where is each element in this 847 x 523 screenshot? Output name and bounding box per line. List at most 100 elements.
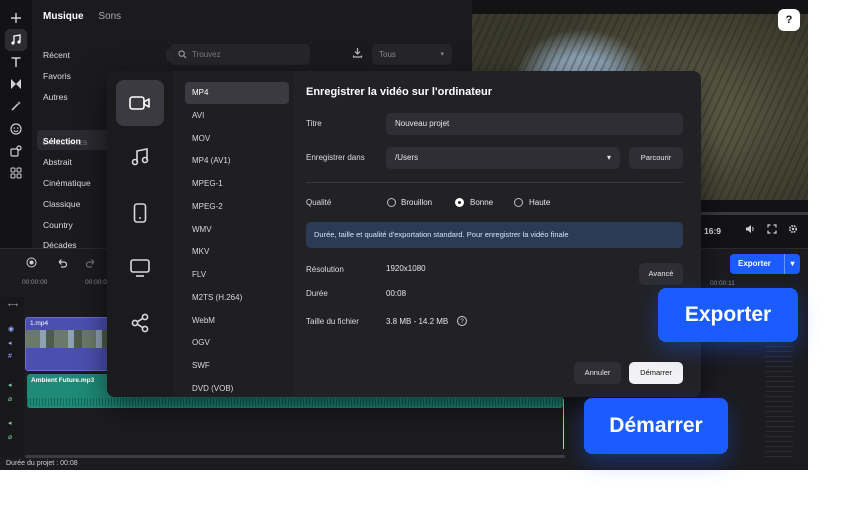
export-dialog: MP4 AVI MOV MP4 (AV1) MPEG-1 MPEG-2 WMV … bbox=[107, 71, 701, 397]
search-input[interactable]: Trouvez bbox=[170, 44, 310, 65]
format-item[interactable]: MPEG-1 bbox=[185, 173, 289, 195]
audio-waveform bbox=[27, 398, 563, 406]
sidebar-item-recent[interactable]: Récent bbox=[43, 50, 70, 60]
resolution-label: Résolution bbox=[306, 265, 344, 274]
visibility-icon[interactable]: ◉ bbox=[8, 325, 14, 333]
format-item[interactable]: OGV bbox=[185, 332, 289, 354]
share-icon[interactable] bbox=[116, 300, 164, 346]
tab-sounds[interactable]: Sons bbox=[98, 11, 121, 22]
sidebar-item-abstract[interactable]: Abstrait bbox=[43, 157, 72, 167]
record-icon[interactable] bbox=[26, 257, 40, 271]
help-icon[interactable]: ? bbox=[778, 9, 800, 31]
fullscreen-icon[interactable] bbox=[767, 224, 777, 237]
browse-button[interactable]: Parcourir bbox=[629, 147, 683, 169]
download-icon[interactable] bbox=[352, 47, 363, 61]
format-item[interactable]: M2TS (H.264) bbox=[185, 287, 289, 309]
duration-value: 00:08 bbox=[386, 289, 407, 298]
music-icon[interactable] bbox=[5, 29, 27, 51]
resolution-value: 1920x1080 bbox=[386, 264, 426, 273]
format-item[interactable]: SWF bbox=[185, 355, 289, 377]
format-item[interactable]: MOV bbox=[185, 128, 289, 150]
format-item[interactable]: MPEG-2 bbox=[185, 196, 289, 218]
format-item[interactable]: FLV bbox=[185, 264, 289, 286]
save-in-value: /Users bbox=[395, 153, 419, 162]
format-item[interactable]: WMV bbox=[185, 219, 289, 241]
quality-draft-radio[interactable] bbox=[387, 198, 396, 207]
unlink2-icon[interactable]: ⌀ bbox=[8, 433, 12, 441]
start-button[interactable]: Démarrer bbox=[629, 362, 683, 384]
ruler-right: 00:00:11 bbox=[710, 280, 735, 287]
save-in-dropdown[interactable]: /Users ▾ bbox=[386, 147, 620, 169]
help-circle-icon[interactable]: ? bbox=[457, 316, 467, 326]
mute-icon[interactable]: ◂ bbox=[8, 339, 12, 347]
export-settings: Enregistrer la vidéo sur l'ordinateur Ti… bbox=[305, 71, 701, 397]
quality-draft-label[interactable]: Brouillon bbox=[401, 198, 432, 207]
unlink-icon[interactable]: ⌀ bbox=[8, 395, 12, 403]
redo-icon[interactable] bbox=[86, 259, 97, 271]
format-item[interactable]: MP4 bbox=[185, 82, 289, 104]
audio-meter bbox=[765, 337, 793, 457]
sidebar-item-others[interactable]: Autres bbox=[43, 92, 68, 102]
left-toolbar bbox=[0, 0, 32, 248]
quality-high-radio[interactable] bbox=[514, 198, 523, 207]
sidebar-item-selection[interactable]: Sélection bbox=[43, 136, 81, 146]
aspect-ratio[interactable]: 16:9 bbox=[704, 226, 721, 236]
ruler-second: 00:00:0 bbox=[85, 279, 107, 286]
quality-good-radio[interactable] bbox=[455, 198, 464, 207]
sticker-icon[interactable] bbox=[7, 120, 25, 138]
save-in-label: Enregistrer dans bbox=[306, 153, 365, 162]
timeline-scrollbar[interactable] bbox=[25, 455, 565, 458]
title-label: Titre bbox=[306, 119, 322, 128]
start-callout: Démarrer bbox=[584, 398, 728, 454]
format-item[interactable]: AVI bbox=[185, 105, 289, 127]
tv-icon[interactable] bbox=[116, 245, 164, 291]
playhead[interactable] bbox=[563, 399, 564, 449]
video-camera-icon[interactable] bbox=[116, 80, 164, 126]
lock-icon[interactable]: # bbox=[8, 353, 12, 360]
audio-mute-icon[interactable]: ◂ bbox=[8, 381, 12, 389]
sidebar-item-favorites[interactable]: Favoris bbox=[43, 71, 71, 81]
effects-icon[interactable] bbox=[7, 97, 25, 115]
chevron-down-icon: ▾ bbox=[606, 153, 611, 162]
video-clip-name: 1.mp4 bbox=[30, 320, 49, 327]
quality-info-banner: Durée, taille et qualité d'exportation s… bbox=[306, 222, 683, 248]
format-item[interactable]: DVD (VOB) bbox=[185, 378, 289, 397]
divider bbox=[306, 182, 683, 183]
quality-good-label[interactable]: Bonne bbox=[470, 198, 493, 207]
cancel-button[interactable]: Annuler bbox=[574, 362, 621, 384]
music-note-icon[interactable] bbox=[116, 134, 164, 180]
apps-icon[interactable] bbox=[7, 164, 25, 182]
format-item[interactable]: MKV bbox=[185, 241, 289, 263]
transition-icon[interactable] bbox=[7, 75, 25, 93]
sidebar-item-country[interactable]: Country bbox=[43, 220, 73, 230]
link-icon[interactable]: ⟷ bbox=[8, 301, 18, 309]
settings-icon[interactable] bbox=[788, 224, 798, 237]
phone-icon[interactable] bbox=[116, 190, 164, 236]
timeline-ruler: 00:00:00 00:00:0 bbox=[22, 279, 107, 286]
filter-dropdown[interactable]: Tous ▾ bbox=[372, 44, 452, 65]
sidebar-item-classic[interactable]: Classique bbox=[43, 199, 80, 209]
export-button[interactable]: Exporter ▾ bbox=[730, 254, 800, 274]
text-icon[interactable] bbox=[7, 53, 25, 71]
elements-icon[interactable] bbox=[7, 142, 25, 160]
search-placeholder: Trouvez bbox=[192, 50, 221, 59]
chevron-down-icon[interactable]: ▾ bbox=[784, 254, 800, 274]
title-input[interactable]: Nouveau projet bbox=[386, 113, 683, 135]
filter-value: Tous bbox=[379, 50, 396, 59]
sidebar-item-cinematic[interactable]: Cinématique bbox=[43, 178, 91, 188]
plus-icon[interactable] bbox=[7, 9, 25, 27]
format-item[interactable]: WebM bbox=[185, 310, 289, 332]
quality-high-label[interactable]: Haute bbox=[529, 198, 550, 207]
export-callout: Exporter bbox=[658, 288, 798, 342]
undo-icon[interactable] bbox=[56, 259, 70, 271]
audio2-mute-icon[interactable]: ◂ bbox=[8, 419, 12, 427]
advanced-button[interactable]: Avancé bbox=[639, 263, 683, 285]
quality-label: Qualité bbox=[306, 198, 332, 207]
volume-icon[interactable] bbox=[745, 224, 755, 237]
tab-music[interactable]: Musique bbox=[43, 11, 84, 22]
video-clip[interactable]: 1.mp4 bbox=[25, 317, 111, 371]
search-icon bbox=[178, 44, 187, 65]
library-tabs: Musique Sons bbox=[43, 11, 133, 22]
format-item[interactable]: MP4 (AV1) bbox=[185, 150, 289, 172]
format-list: MP4 AVI MOV MP4 (AV1) MPEG-1 MPEG-2 WMV … bbox=[173, 71, 293, 397]
